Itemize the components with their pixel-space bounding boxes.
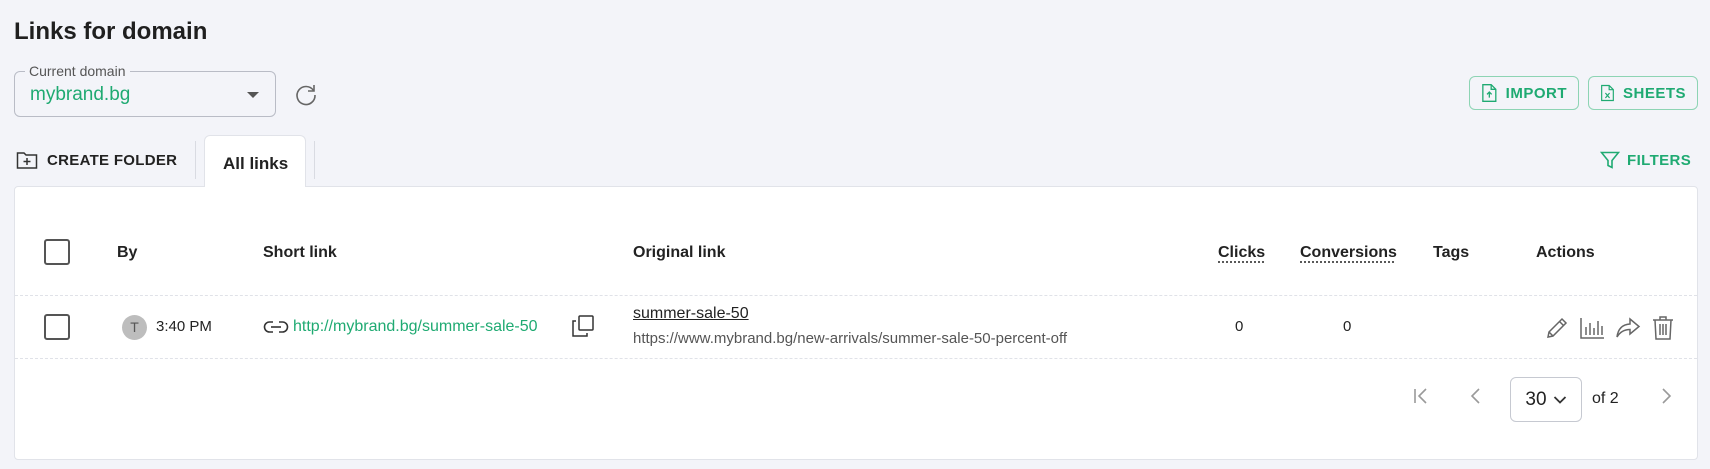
row-divider xyxy=(15,295,1697,296)
link-icon xyxy=(263,321,289,333)
header-clicks[interactable]: Clicks xyxy=(1218,244,1265,262)
page-title: Links for domain xyxy=(14,18,208,45)
conversions-value: 0 xyxy=(1343,318,1352,335)
filters-label: FILTERS xyxy=(1627,151,1692,169)
header-original-link: Original link xyxy=(633,244,726,261)
edit-icon[interactable] xyxy=(1543,314,1571,342)
filters-button[interactable]: FILTERS xyxy=(1600,150,1691,170)
create-folder-icon xyxy=(16,152,38,169)
chevron-down-icon xyxy=(1553,395,1566,404)
import-button-label: IMPORT xyxy=(1505,84,1567,102)
caret-down-icon xyxy=(247,92,259,98)
create-folder-label: CREATE FOLDER xyxy=(47,151,178,169)
header-short-link: Short link xyxy=(263,244,337,261)
sheets-button-label: SHEETS xyxy=(1622,84,1686,102)
tab-divider xyxy=(314,141,315,179)
create-folder-button[interactable]: CREATE FOLDER xyxy=(16,150,177,170)
page-count: of 2 xyxy=(1592,390,1619,407)
created-time: 3:40 PM xyxy=(156,318,212,335)
import-button[interactable]: IMPORT xyxy=(1469,76,1579,110)
share-icon[interactable] xyxy=(1614,314,1642,342)
page-size-value: 30 xyxy=(1525,388,1547,410)
sheets-button[interactable]: SHEETS xyxy=(1588,76,1698,110)
delete-icon[interactable] xyxy=(1649,314,1677,342)
prev-page-icon[interactable] xyxy=(1465,385,1487,407)
clicks-value: 0 xyxy=(1235,318,1244,335)
stats-icon[interactable] xyxy=(1578,314,1606,342)
header-by: By xyxy=(117,244,138,261)
original-link-url: https://www.mybrand.bg/new-arrivals/summ… xyxy=(633,330,1068,347)
domain-select[interactable]: Current domain mybrand.bg xyxy=(14,63,276,117)
links-table: By Short link Original link Clicks Conve… xyxy=(14,186,1698,460)
row-divider xyxy=(15,358,1697,359)
refresh-icon[interactable] xyxy=(293,81,319,107)
header-actions: Actions xyxy=(1536,244,1595,261)
sheets-file-icon xyxy=(1601,84,1614,102)
row-checkbox[interactable] xyxy=(44,314,70,340)
next-page-icon[interactable] xyxy=(1655,385,1677,407)
short-link[interactable]: http://mybrand.bg/summer-sale-50 xyxy=(293,318,538,336)
avatar: T xyxy=(122,315,147,340)
filter-icon xyxy=(1600,151,1620,169)
first-page-icon[interactable] xyxy=(1410,385,1432,407)
header-tags: Tags xyxy=(1433,244,1470,261)
page-size-select[interactable]: 30 xyxy=(1510,377,1582,422)
tab-divider xyxy=(195,141,196,179)
original-link-title[interactable]: summer-sale-50 xyxy=(633,305,749,323)
tab-all-links[interactable]: All links xyxy=(204,135,306,187)
select-all-checkbox[interactable] xyxy=(44,239,70,265)
tab-all-links-label: All links xyxy=(223,154,289,173)
domain-select-value: mybrand.bg xyxy=(30,84,131,105)
domain-select-label: Current domain xyxy=(25,63,130,79)
import-file-icon xyxy=(1482,84,1497,102)
header-conversions[interactable]: Conversions xyxy=(1300,244,1397,262)
copy-icon[interactable] xyxy=(570,313,596,339)
